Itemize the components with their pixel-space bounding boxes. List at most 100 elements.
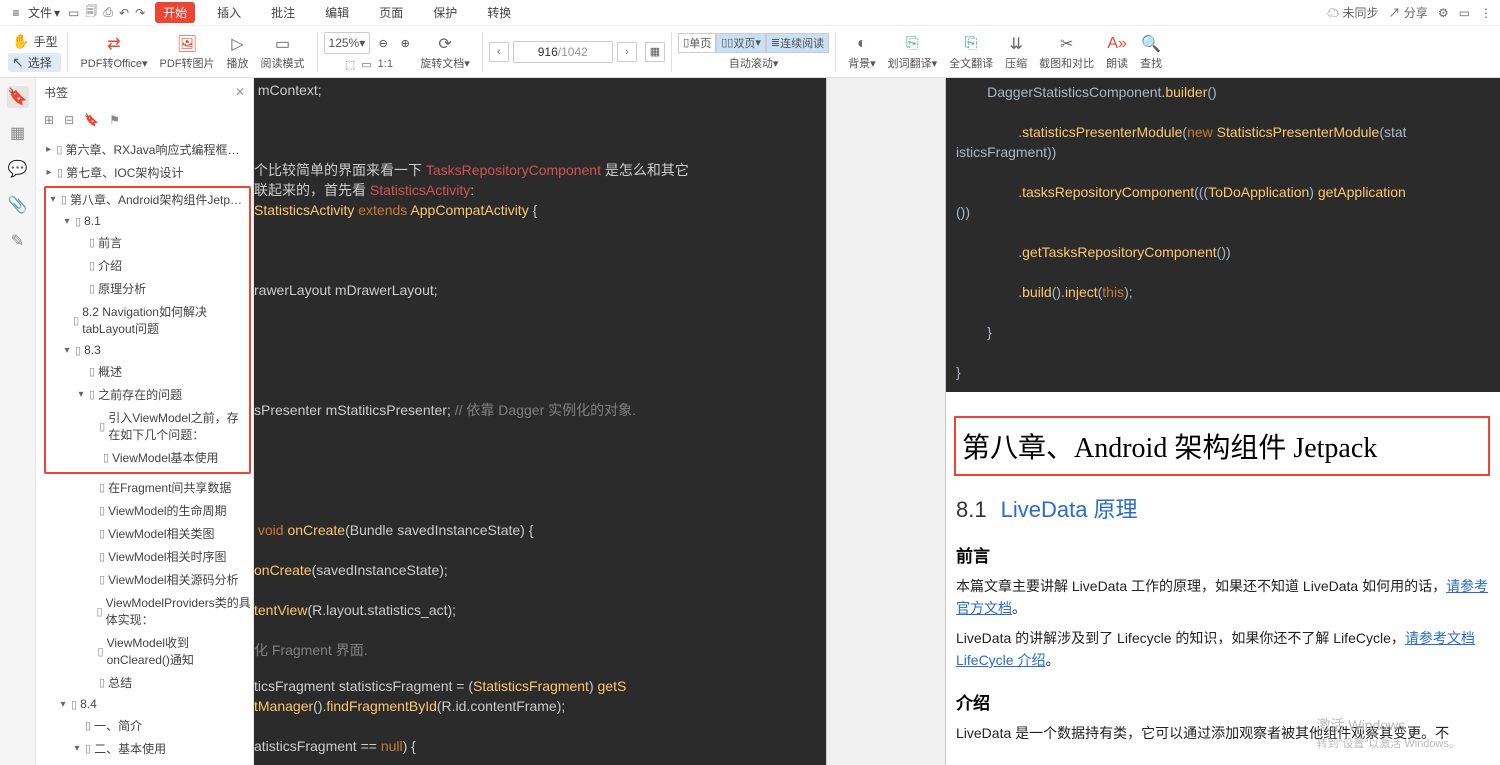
bookmark-item[interactable]: ▯一、简介: [70, 714, 253, 737]
bookmark-item[interactable]: ▯原理分析: [74, 277, 249, 300]
hamburger-icon[interactable]: ≡: [8, 6, 24, 20]
continuous-view[interactable]: ≣ 连续阅读: [766, 33, 829, 53]
find[interactable]: 🔍查找: [1134, 33, 1168, 71]
bookmark-item[interactable]: ▯总结: [84, 671, 253, 694]
bookmark-item[interactable]: ▾▯8.3: [60, 340, 249, 360]
more-icon[interactable]: ⋮: [1480, 6, 1492, 20]
crop-compare[interactable]: ✂截图和对比: [1033, 33, 1100, 71]
expand-all-icon[interactable]: ⊞: [44, 113, 54, 127]
attachments-tab-icon[interactable]: 📎: [7, 194, 29, 216]
zoom-out-icon[interactable]: ⊖: [374, 34, 392, 52]
full-translate[interactable]: ⎘全文翻译: [943, 33, 999, 71]
pdf-to-image[interactable]: 🖼PDF转图片: [154, 33, 221, 71]
prev-page-button[interactable]: ‹: [489, 42, 509, 62]
actual-size-icon[interactable]: 1:1: [378, 58, 393, 71]
compress[interactable]: ⇊压缩: [999, 33, 1033, 71]
bookmark-item[interactable]: ▸▯第七章、IOC架构设计: [42, 161, 253, 184]
select-tool[interactable]: ↖选择: [8, 53, 61, 72]
play-button[interactable]: ▷播放: [221, 33, 255, 71]
bookmark-item[interactable]: ▯在Fragment间共享数据: [84, 476, 253, 499]
tab-start[interactable]: 开始: [155, 2, 195, 23]
tab-page[interactable]: 页面: [371, 2, 411, 23]
document-view: mContext; 个比较简单的界面来看一下 TasksRepositoryCo…: [254, 78, 1500, 765]
rotate-doc[interactable]: ⟳旋转文档▾: [414, 33, 476, 71]
settings-icon[interactable]: ⚙: [1438, 6, 1449, 20]
windows-activation-watermark: 激活 Windows 转到"设置"以激活 Windows。: [1317, 715, 1461, 751]
page-right: DaggerStatisticsComponent.builder() .sta…: [946, 78, 1500, 765]
page-number-input[interactable]: 916/1042: [513, 41, 613, 63]
bookmark-item[interactable]: ▾▯8.1: [60, 211, 249, 231]
sync-status[interactable]: ☁ 未同步: [1327, 4, 1378, 21]
page-left: mContext; 个比较简单的界面来看一下 TasksRepositoryCo…: [254, 78, 826, 765]
bookmark-item[interactable]: ▾▯二、基本使用: [70, 737, 253, 760]
bookmark-item[interactable]: ▾▯之前存在的问题: [74, 383, 249, 406]
code-line: sPresenter mStatiticsPresenter; // 依靠 Da…: [254, 400, 826, 420]
file-menu[interactable]: 文件▾: [28, 4, 60, 21]
bookmark-item[interactable]: ▯ViewModel相关类图: [84, 522, 253, 545]
zoom-in-icon[interactable]: ⊕: [396, 34, 414, 52]
code-line: tManager().findFragmentById(R.id.content…: [254, 696, 826, 716]
bookmark-item[interactable]: ▯ViewModel收到onCleared()通知: [84, 631, 253, 671]
bookmark-item[interactable]: ▯前言: [74, 231, 249, 254]
bookmark-item[interactable]: ▯ViewModel的生命周期: [84, 499, 253, 522]
bookmark-item[interactable]: ▯引入ViewModel之前，存在如下几个问题：: [88, 406, 249, 446]
bookmark-item[interactable]: ▯ViewModelProviders类的具体实现：: [84, 591, 253, 631]
close-panel-icon[interactable]: ✕: [235, 85, 245, 99]
double-page-view[interactable]: ▯▯ 双页▾: [716, 33, 766, 53]
menu-bar: ≡ 文件▾ ▭ 🗐 ⎙ ↶ ↷ 开始 插入 批注 编辑 页面 保护 转换 ☁ 未…: [0, 0, 1500, 26]
bookmarks-title: 书签: [44, 84, 68, 101]
fit-width-icon[interactable]: ⬚: [345, 58, 355, 71]
share-button[interactable]: ↗ 分享: [1389, 4, 1428, 21]
zoom-select[interactable]: 125% ▾: [324, 32, 371, 54]
read-aloud[interactable]: A»朗读: [1100, 33, 1134, 71]
code-line: void onCreate(Bundle savedInstanceState)…: [254, 520, 826, 540]
next-page-button[interactable]: ›: [617, 42, 637, 62]
thumbnails-tab-icon[interactable]: ▦: [7, 122, 29, 144]
bookmark-item[interactable]: ▯ViewModel基本使用: [88, 446, 249, 469]
code-line: StatisticsActivity extends AppCompatActi…: [254, 200, 826, 220]
tab-edit[interactable]: 编辑: [317, 2, 357, 23]
read-mode[interactable]: ▭阅读模式: [255, 33, 311, 71]
hand-tool[interactable]: ✋手型: [8, 32, 61, 51]
code-text: 联起来的，首先看 StatisticsActivity:: [254, 180, 826, 200]
tab-insert[interactable]: 插入: [209, 2, 249, 23]
minimize-window-icon[interactable]: ▭: [1459, 6, 1470, 20]
collapse-all-icon[interactable]: ⊟: [64, 113, 74, 127]
bookmark-item[interactable]: ▯1. 创建Entity: [84, 760, 253, 765]
ribbon-tabs: 开始 插入 批注 编辑 页面 保护 转换: [155, 2, 519, 23]
bookmark-item[interactable]: ▾▯第八章、Android架构组件Jetpack: [46, 188, 249, 211]
redo-icon[interactable]: ↷: [135, 6, 145, 20]
bookmark-flag-icon[interactable]: ⚑: [109, 113, 120, 127]
bookmark-item[interactable]: ▸▯第六章、RXJava响应式编程框架设计: [42, 138, 253, 161]
fit-page-icon[interactable]: ▭: [361, 58, 371, 71]
add-bookmark-icon[interactable]: 🔖: [84, 113, 99, 127]
signatures-tab-icon[interactable]: ✎: [7, 230, 29, 252]
bookmark-item[interactable]: ▯8.2 Navigation如何解决tabLayout问题: [60, 300, 249, 340]
thumbnails-icon[interactable]: ▦: [645, 42, 665, 62]
tab-protect[interactable]: 保护: [425, 2, 465, 23]
bookmark-item[interactable]: ▾▯8.4: [56, 694, 253, 714]
sub-heading: 介绍: [956, 689, 1490, 714]
save-icon[interactable]: 🗐: [85, 2, 97, 23]
chapter-title: 第八章、Android 架构组件 Jetpack: [962, 426, 1482, 466]
undo-icon[interactable]: ↶: [119, 6, 129, 20]
pdf-to-office[interactable]: ⇄PDF转Office▾: [74, 33, 153, 71]
tab-annotate[interactable]: 批注: [263, 2, 303, 23]
code-line: onCreate(savedInstanceState);: [254, 560, 826, 580]
comments-tab-icon[interactable]: 💬: [7, 158, 29, 180]
bookmark-item[interactable]: ▯ViewModel相关时序图: [84, 545, 253, 568]
bookmarks-tab-icon[interactable]: 🔖: [7, 86, 29, 108]
open-icon[interactable]: ▭: [68, 6, 79, 20]
bookmark-item[interactable]: ▯介绍: [74, 254, 249, 277]
autoscroll[interactable]: 自动滚动▾: [729, 55, 779, 71]
bookmark-item[interactable]: ▯ViewModel相关源码分析: [84, 568, 253, 591]
code-line: atisticsFragment == null) {: [254, 736, 826, 756]
bookmark-item[interactable]: ▯概述: [74, 360, 249, 383]
print-icon[interactable]: ⎙: [103, 5, 113, 20]
word-translate[interactable]: ⎘划词翻译▾: [882, 33, 944, 71]
single-page-view[interactable]: ▯ 单页: [678, 33, 716, 53]
section-heading: 8.1LiveData 原理: [956, 492, 1490, 524]
side-tabs: 🔖 ▦ 💬 📎 ✎: [0, 78, 36, 765]
tab-convert[interactable]: 转换: [479, 2, 519, 23]
background[interactable]: ◐背景▾: [842, 33, 882, 71]
